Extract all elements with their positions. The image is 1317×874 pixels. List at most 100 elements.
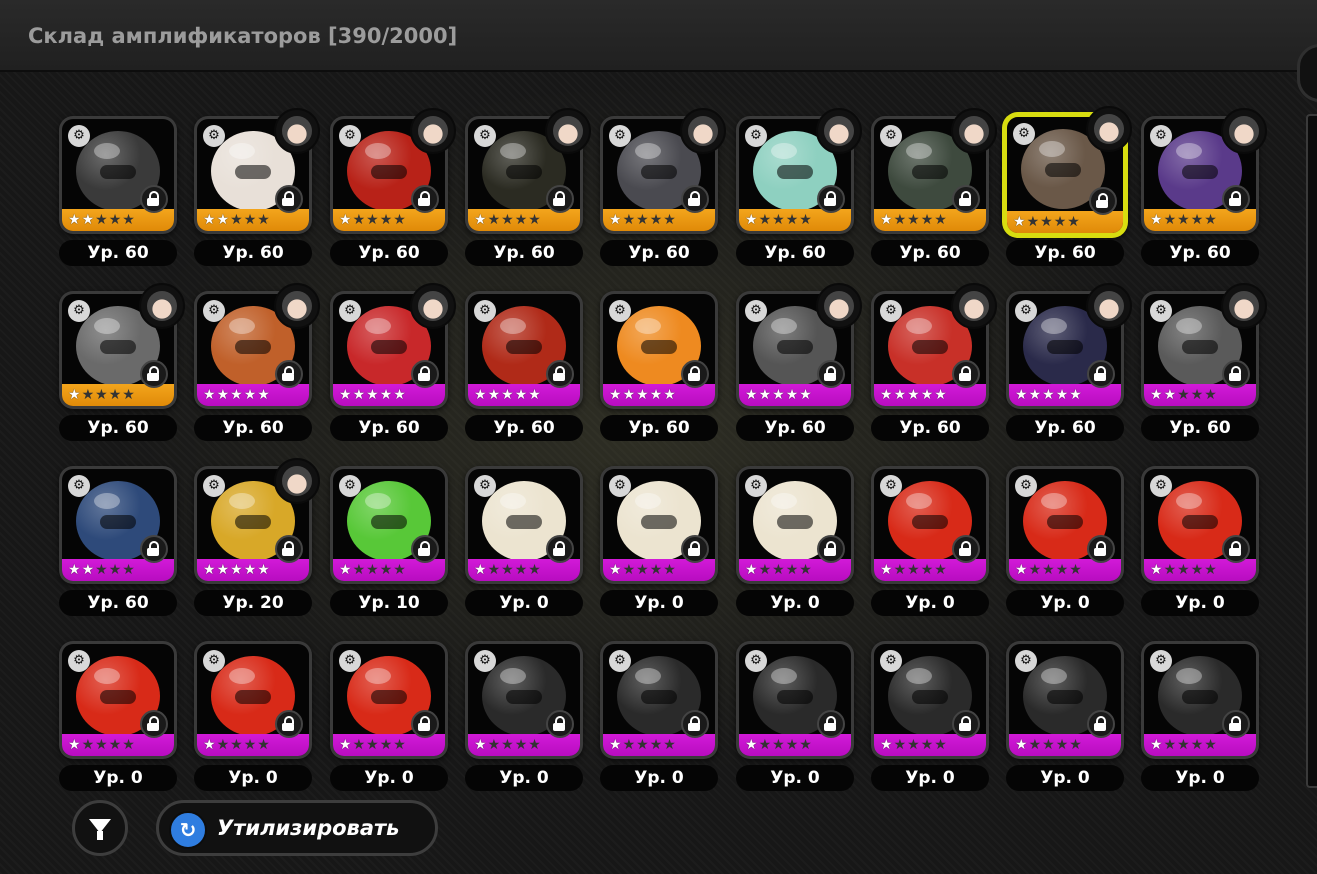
amplifier-card[interactable]: ★ ★ ★ ★ ★ ⚙ <box>194 641 312 759</box>
lock-icon[interactable] <box>140 535 168 563</box>
amplifier-slot[interactable]: ★ ★ ★ ★ ★ ⚙ Ур. 0 <box>465 466 585 622</box>
amplifier-card[interactable]: ★ ★ ★ ★ ★ ⚙ <box>600 108 726 234</box>
lock-icon[interactable] <box>817 710 845 738</box>
amplifier-card[interactable]: ★ ★ ★ ★ ★ ⚙ <box>59 116 177 234</box>
amplifier-card[interactable]: ★ ★ ★ ★ ★ ⚙ <box>1141 641 1259 759</box>
lock-icon[interactable] <box>1087 360 1115 388</box>
amplifier-card[interactable]: ★ ★ ★ ★ ★ ⚙ <box>736 283 862 409</box>
lock-icon[interactable] <box>1087 535 1115 563</box>
amplifier-slot[interactable]: ★ ★ ★ ★ ★ ⚙ Ур. 60 <box>1006 283 1132 447</box>
amplifier-slot[interactable]: ★ ★ ★ ★ ★ ⚙ Ур. 60 <box>194 108 320 272</box>
amplifier-card[interactable]: ★ ★ ★ ★ ★ ⚙ <box>465 108 591 234</box>
amplifier-slot[interactable]: ★ ★ ★ ★ ★ ⚙ Ур. 0 <box>1006 641 1126 797</box>
amplifier-slot[interactable]: ★ ★ ★ ★ ★ ⚙ Ур. 60 <box>1141 283 1267 447</box>
amplifier-slot[interactable]: ★ ★ ★ ★ ★ ⚙ Ур. 0 <box>59 641 179 797</box>
amplifier-card[interactable]: ★ ★ ★ ★ ★ ⚙ <box>465 466 583 584</box>
amplifier-slot[interactable]: ★ ★ ★ ★ ★ ⚙ Ур. 0 <box>1141 466 1261 622</box>
amplifier-card[interactable]: ★ ★ ★ ★ ★ ⚙ <box>736 641 854 759</box>
amplifier-slot[interactable]: ★ ★ ★ ★ ★ ⚙ Ур. 60 <box>871 283 997 447</box>
amplifier-card[interactable]: ★ ★ ★ ★ ★ ⚙ <box>59 466 177 584</box>
amplifier-slot[interactable]: ★ ★ ★ ★ ★ ⚙ Ур. 0 <box>1006 466 1126 622</box>
amplifier-slot[interactable]: ★ ★ ★ ★ ★ ⚙ Ур. 60 <box>1002 106 1132 272</box>
amplifier-card-selected[interactable]: ★ ★ ★ ★ ★ ⚙ <box>1002 106 1132 238</box>
amplifier-card[interactable]: ★ ★ ★ ★ ★ ⚙ <box>736 466 854 584</box>
lock-icon[interactable] <box>546 185 574 213</box>
amplifier-card[interactable]: ★ ★ ★ ★ ★ ⚙ <box>600 641 718 759</box>
amplifier-card[interactable]: ★ ★ ★ ★ ★ ⚙ <box>871 641 989 759</box>
recycle-button[interactable]: ↻ Утилизировать <box>156 800 438 856</box>
amplifier-slot[interactable]: ★ ★ ★ ★ ★ ⚙ Ур. 60 <box>59 283 185 447</box>
lock-icon[interactable] <box>1222 535 1250 563</box>
amplifier-slot[interactable]: ★ ★ ★ ★ ★ ⚙ Ур. 10 <box>330 466 450 622</box>
lock-icon[interactable] <box>411 710 439 738</box>
amplifier-slot[interactable]: ★ ★ ★ ★ ★ ⚙ Ур. 0 <box>194 641 314 797</box>
lock-icon[interactable] <box>275 360 303 388</box>
amplifier-card[interactable]: ★ ★ ★ ★ ★ ⚙ <box>1141 466 1259 584</box>
lock-icon[interactable] <box>411 535 439 563</box>
amplifier-slot[interactable]: ★ ★ ★ ★ ★ ⚙ Ур. 60 <box>871 108 997 272</box>
amplifier-slot[interactable]: ★ ★ ★ ★ ★ ⚙ Ур. 0 <box>330 641 450 797</box>
lock-icon[interactable] <box>546 535 574 563</box>
lock-icon[interactable] <box>275 710 303 738</box>
lock-icon[interactable] <box>952 360 980 388</box>
amplifier-card[interactable]: ★ ★ ★ ★ ★ ⚙ <box>330 466 448 584</box>
lock-icon[interactable] <box>1222 185 1250 213</box>
amplifier-slot[interactable]: ★ ★ ★ ★ ★ ⚙ Ур. 0 <box>736 466 856 622</box>
amplifier-slot[interactable]: ★ ★ ★ ★ ★ ⚙ Ур. 60 <box>465 108 591 272</box>
amplifier-slot[interactable]: ★ ★ ★ ★ ★ ⚙ Ур. 60 <box>600 108 726 272</box>
amplifier-card[interactable]: ★ ★ ★ ★ ★ ⚙ <box>1141 108 1267 234</box>
amplifier-slot[interactable]: ★ ★ ★ ★ ★ ⚙ Ур. 60 <box>330 108 456 272</box>
amplifier-card[interactable]: ★ ★ ★ ★ ★ ⚙ <box>871 283 997 409</box>
amplifier-card[interactable]: ★ ★ ★ ★ ★ ⚙ <box>1006 641 1124 759</box>
amplifier-card[interactable]: ★ ★ ★ ★ ★ ⚙ <box>465 291 583 409</box>
lock-icon[interactable] <box>411 185 439 213</box>
amplifier-slot[interactable]: ★ ★ ★ ★ ★ ⚙ Ур. 60 <box>736 108 862 272</box>
amplifier-card[interactable]: ★ ★ ★ ★ ★ ⚙ <box>1006 283 1132 409</box>
amplifier-slot[interactable]: ★ ★ ★ ★ ★ ⚙ Ур. 0 <box>600 641 720 797</box>
amplifier-card[interactable]: ★ ★ ★ ★ ★ ⚙ <box>330 108 456 234</box>
lock-icon[interactable] <box>952 710 980 738</box>
amplifier-card[interactable]: ★ ★ ★ ★ ★ ⚙ <box>330 283 456 409</box>
lock-icon[interactable] <box>817 185 845 213</box>
lock-icon[interactable] <box>1087 710 1115 738</box>
amplifier-card[interactable]: ★ ★ ★ ★ ★ ⚙ <box>194 108 320 234</box>
amplifier-slot[interactable]: ★ ★ ★ ★ ★ ⚙ Ур. 0 <box>736 641 856 797</box>
filter-button[interactable] <box>72 800 128 856</box>
amplifier-slot[interactable]: ★ ★ ★ ★ ★ ⚙ Ур. 0 <box>600 466 720 622</box>
lock-icon[interactable] <box>140 360 168 388</box>
amplifier-slot[interactable]: ★ ★ ★ ★ ★ ⚙ Ур. 60 <box>194 283 320 447</box>
amplifier-slot[interactable]: ★ ★ ★ ★ ★ ⚙ Ур. 60 <box>59 116 179 272</box>
amplifier-card[interactable]: ★ ★ ★ ★ ★ ⚙ <box>1141 283 1267 409</box>
lock-icon[interactable] <box>1222 360 1250 388</box>
lock-icon[interactable] <box>546 360 574 388</box>
amplifier-slot[interactable]: ★ ★ ★ ★ ★ ⚙ Ур. 60 <box>1141 108 1267 272</box>
amplifier-slot[interactable]: ★ ★ ★ ★ ★ ⚙ Ур. 20 <box>194 458 320 622</box>
lock-icon[interactable] <box>140 185 168 213</box>
lock-icon[interactable] <box>681 710 709 738</box>
amplifier-card[interactable]: ★ ★ ★ ★ ★ ⚙ <box>465 641 583 759</box>
amplifier-card[interactable]: ★ ★ ★ ★ ★ ⚙ <box>736 108 862 234</box>
amplifier-slot[interactable]: ★ ★ ★ ★ ★ ⚙ Ур. 0 <box>465 641 585 797</box>
amplifier-slot[interactable]: ★ ★ ★ ★ ★ ⚙ Ур. 60 <box>465 291 585 447</box>
lock-icon[interactable] <box>275 535 303 563</box>
lock-icon[interactable] <box>411 360 439 388</box>
lock-icon[interactable] <box>817 360 845 388</box>
lock-icon[interactable] <box>817 535 845 563</box>
amplifier-card[interactable]: ★ ★ ★ ★ ★ ⚙ <box>194 283 320 409</box>
amplifier-slot[interactable]: ★ ★ ★ ★ ★ ⚙ Ур. 60 <box>59 466 179 622</box>
amplifier-slot[interactable]: ★ ★ ★ ★ ★ ⚙ Ур. 0 <box>871 641 991 797</box>
amplifier-card[interactable]: ★ ★ ★ ★ ★ ⚙ <box>871 466 989 584</box>
lock-icon[interactable] <box>952 185 980 213</box>
lock-icon[interactable] <box>681 360 709 388</box>
amplifier-slot[interactable]: ★ ★ ★ ★ ★ ⚙ Ур. 0 <box>1141 641 1261 797</box>
amplifier-card[interactable]: ★ ★ ★ ★ ★ ⚙ <box>600 466 718 584</box>
amplifier-slot[interactable]: ★ ★ ★ ★ ★ ⚙ Ур. 0 <box>871 466 991 622</box>
amplifier-card[interactable]: ★ ★ ★ ★ ★ ⚙ <box>600 291 718 409</box>
amplifier-card[interactable]: ★ ★ ★ ★ ★ ⚙ <box>871 108 997 234</box>
amplifier-slot[interactable]: ★ ★ ★ ★ ★ ⚙ Ур. 60 <box>330 283 456 447</box>
lock-icon[interactable] <box>1089 187 1117 215</box>
amplifier-card[interactable]: ★ ★ ★ ★ ★ ⚙ <box>1006 466 1124 584</box>
amplifier-card[interactable]: ★ ★ ★ ★ ★ ⚙ <box>59 283 185 409</box>
amplifier-slot[interactable]: ★ ★ ★ ★ ★ ⚙ Ур. 60 <box>600 291 720 447</box>
lock-icon[interactable] <box>140 710 168 738</box>
